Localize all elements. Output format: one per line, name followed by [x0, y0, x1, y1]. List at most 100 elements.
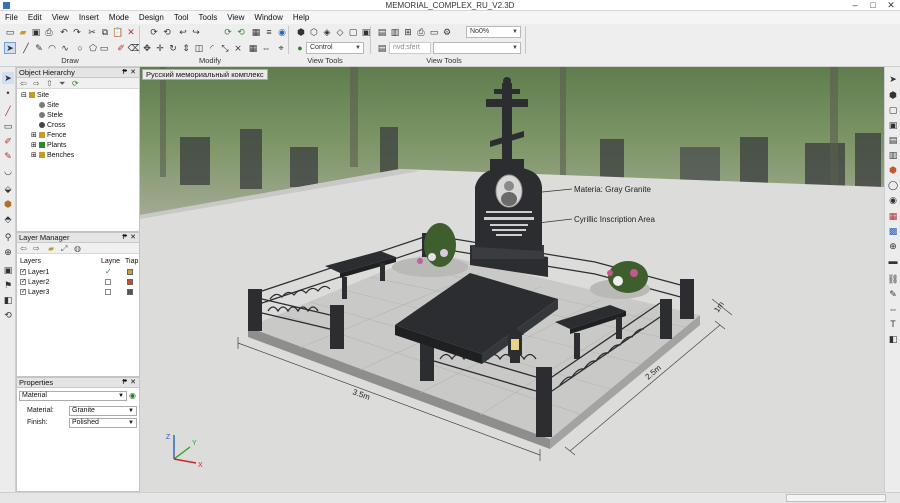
save-icon[interactable]: ▣	[30, 26, 42, 38]
new-file-icon[interactable]: ▭	[4, 26, 16, 38]
menu-help[interactable]: Help	[288, 11, 314, 24]
zoom-combo[interactable]: No0% ▼	[466, 26, 521, 38]
dimension-icon[interactable]: ⇔	[887, 303, 899, 315]
paint-tool-icon[interactable]: ✐	[2, 135, 14, 147]
view-iso-icon[interactable]: ◈	[321, 26, 333, 38]
globe-icon[interactable]: ◉	[276, 26, 288, 38]
material-icon[interactable]: ◉	[887, 194, 899, 206]
scale-icon[interactable]: ⤡	[219, 42, 231, 54]
forward-icon[interactable]: ⇨	[33, 78, 40, 89]
select-tool-icon[interactable]: ➤	[2, 72, 14, 84]
paint-bucket-icon[interactable]: ⬘	[2, 213, 14, 225]
screen-icon[interactable]: ▭	[428, 26, 440, 38]
layer-stack-icon[interactable]: ▤	[376, 42, 388, 54]
push-tool-icon[interactable]: ⬙	[2, 183, 14, 195]
layer-color-swatch[interactable]	[127, 279, 133, 285]
cube-color-icon[interactable]: ⬢	[887, 164, 899, 176]
layer-checkbox[interactable]: ✓	[20, 279, 26, 286]
expander-icon[interactable]: ⊞	[31, 141, 39, 151]
layer-visibility-toggle[interactable]	[105, 288, 113, 297]
pin-icon[interactable]: ₱	[122, 68, 127, 78]
line-tool-icon[interactable]: ╱	[2, 105, 14, 117]
3d-viewport[interactable]: Materia: Gray Granite Cyrillic Inscripti…	[140, 67, 884, 492]
print-icon[interactable]: ⎙	[43, 26, 55, 38]
section-icon[interactable]: ◧	[887, 333, 899, 345]
back-icon[interactable]: ⇦	[20, 78, 27, 89]
undo-icon[interactable]: ↶	[58, 26, 70, 38]
menu-design[interactable]: Design	[134, 11, 169, 24]
rotate-cw-icon[interactable]: ⟳	[148, 26, 160, 38]
intersect-icon[interactable]: ⨯	[232, 42, 244, 54]
layer-checkbox[interactable]: ✓	[20, 269, 26, 276]
menu-view[interactable]: View	[47, 11, 74, 24]
property-globe-icon[interactable]: ◉	[129, 391, 136, 400]
render-icon[interactable]: ▤	[376, 26, 388, 38]
menu-insert[interactable]: Insert	[74, 11, 104, 24]
tree-item[interactable]: ⊞ Plants	[31, 141, 66, 151]
circle-icon[interactable]: ○	[74, 42, 86, 54]
up-icon[interactable]: ⇧	[46, 78, 53, 89]
close-icon[interactable]: ✕	[130, 378, 136, 388]
viewport-tab[interactable]: Русский мемориальный комплекс	[142, 69, 268, 80]
camera-icon[interactable]: ▥	[389, 26, 401, 38]
pencil-tool-icon[interactable]: ✎	[2, 150, 14, 162]
rotate-ccw-icon[interactable]: ⟲	[161, 26, 173, 38]
edit-icon[interactable]: ✎	[887, 288, 899, 300]
move-copy-icon[interactable]: ✛	[154, 42, 166, 54]
menu-tool[interactable]: Tool	[169, 11, 194, 24]
array-icon[interactable]: ▦	[247, 42, 259, 54]
close-icon[interactable]: ✕	[130, 233, 136, 243]
layer-row[interactable]: ✓ Layer1	[20, 268, 49, 277]
view-right-icon[interactable]: ▤	[887, 134, 899, 146]
mirror-icon[interactable]: ⇔	[260, 42, 272, 54]
folder-icon[interactable]: ▰	[48, 243, 54, 254]
view-front-icon[interactable]: ▣	[887, 119, 899, 131]
sphere-icon[interactable]: ◯	[887, 179, 899, 191]
copy-icon[interactable]: ⧉	[99, 26, 111, 38]
line-icon[interactable]: ╱	[20, 42, 32, 54]
tree-item[interactable]: ⊞ Fence	[31, 131, 66, 141]
point-tool-icon[interactable]: •	[2, 87, 14, 99]
move-icon[interactable]: ✥	[141, 42, 153, 54]
push-pull-icon[interactable]: ⇕	[180, 42, 192, 54]
measure-icon[interactable]: ⌖	[275, 42, 287, 54]
delete-icon[interactable]: ✕	[125, 26, 137, 38]
close-icon[interactable]: ✕	[130, 68, 136, 78]
add-icon[interactable]: ⊕	[887, 240, 899, 252]
finish-combo[interactable]: Polished ▼	[69, 418, 137, 428]
layer-visibility-toggle[interactable]	[105, 278, 113, 287]
cut-icon[interactable]: ✂	[86, 26, 98, 38]
sync-icon[interactable]: ⟲	[235, 26, 247, 38]
layer-row[interactable]: ✓ Layer3	[20, 288, 49, 297]
curve-icon[interactable]: ∿	[59, 42, 71, 54]
print-preview-icon[interactable]: ⎙	[415, 26, 427, 38]
expander-icon[interactable]: ⊟	[21, 91, 29, 101]
visibility-checkbox[interactable]	[105, 289, 111, 296]
back-icon[interactable]: ⇦	[20, 243, 27, 254]
layer-visibility-toggle[interactable]: ✓	[105, 268, 113, 277]
maximize-button[interactable]: □	[864, 0, 882, 11]
view-box-icon[interactable]: ▢	[347, 26, 359, 38]
text-icon[interactable]: T	[887, 318, 899, 330]
menu-file[interactable]: File	[0, 11, 23, 24]
camera-tool-icon[interactable]: ▣	[2, 264, 14, 276]
menu-tools[interactable]: Tools	[194, 11, 223, 24]
view-back-icon[interactable]: ▥	[887, 149, 899, 161]
visibility-checkbox[interactable]: ✓	[105, 268, 112, 276]
control-icon[interactable]: ●	[294, 42, 306, 54]
settings-icon[interactable]: ⚙	[441, 26, 453, 38]
pointer-icon[interactable]: ➤	[887, 73, 899, 85]
follow-me-icon[interactable]: ◜	[206, 42, 218, 54]
visibility-checkbox[interactable]	[105, 279, 111, 286]
view-shaded-icon[interactable]: ⬢	[295, 26, 307, 38]
layer-color-swatch[interactable]	[127, 289, 133, 295]
arc-tool-icon[interactable]: ◡	[2, 165, 14, 177]
tree-item[interactable]: ⊟ Site	[21, 91, 49, 101]
filter-icon[interactable]: ⏷	[59, 78, 65, 89]
rect-tool-icon[interactable]: ▭	[2, 120, 14, 132]
arc-icon[interactable]: ◠	[46, 42, 58, 54]
link-icon[interactable]: ⛓	[887, 273, 899, 285]
menu-mode[interactable]: Mode	[104, 11, 134, 24]
zoom-tool-icon[interactable]: ⚲	[2, 231, 14, 243]
expander-icon[interactable]: ⊞	[31, 131, 39, 141]
